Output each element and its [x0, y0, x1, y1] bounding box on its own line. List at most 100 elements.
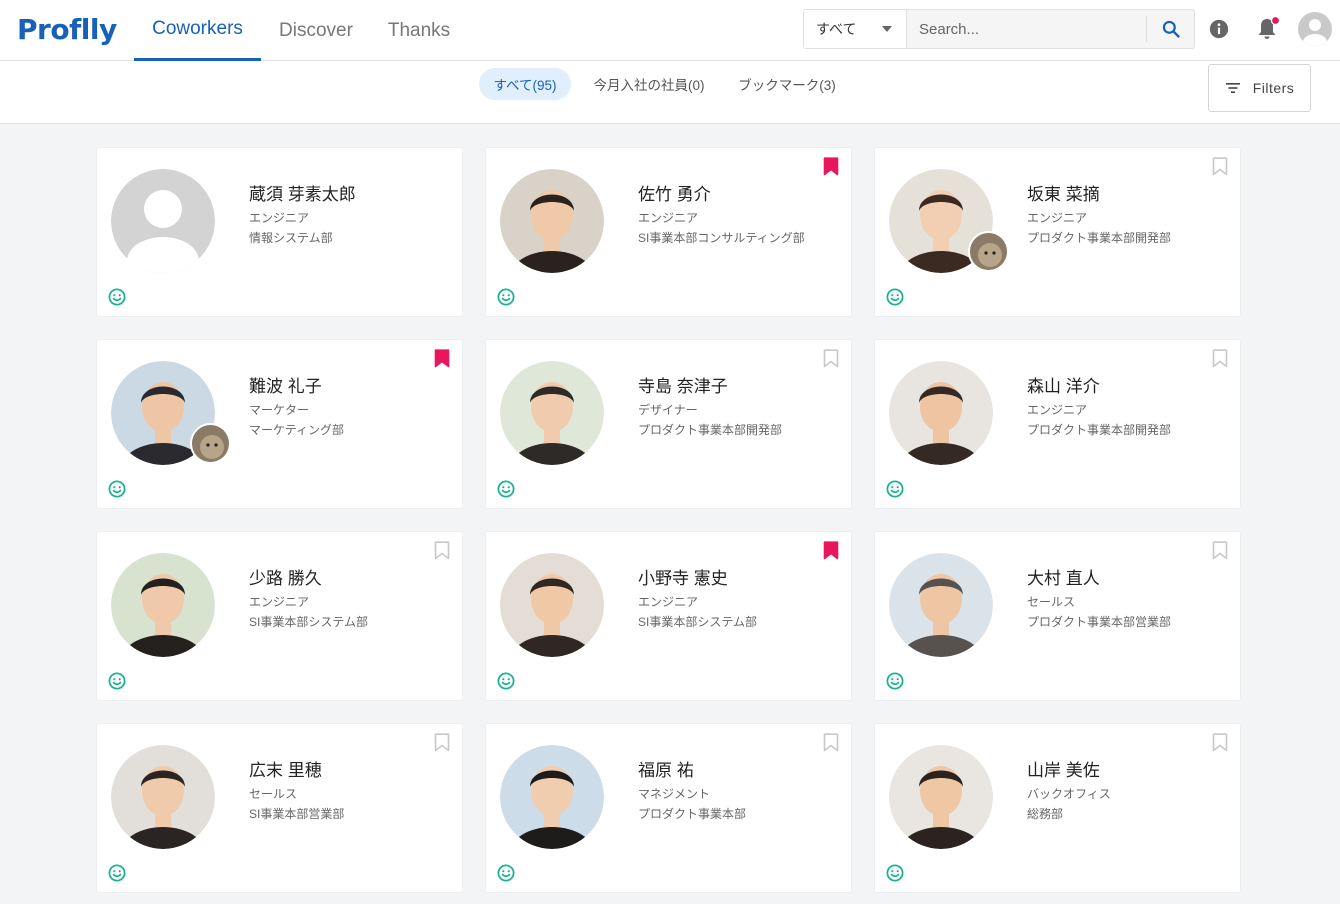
- coworker-name[interactable]: 小野寺 憲史: [638, 564, 728, 589]
- smile-icon: [886, 480, 904, 498]
- bookmark-button[interactable]: [823, 157, 839, 181]
- bookmark-button[interactable]: [434, 541, 450, 565]
- avatar[interactable]: [889, 553, 993, 657]
- search-input[interactable]: [907, 10, 1146, 48]
- thanks-button[interactable]: [497, 672, 515, 695]
- coworker-name[interactable]: 広末 里穂: [249, 756, 322, 781]
- pet-avatar: [190, 423, 231, 464]
- bookmark-icon: [823, 733, 839, 752]
- thanks-button[interactable]: [108, 288, 126, 311]
- search-button[interactable]: [1146, 16, 1194, 42]
- thanks-button[interactable]: [108, 864, 126, 887]
- tab-thanks[interactable]: Thanks: [376, 0, 462, 61]
- coworker-card[interactable]: 福原 祐マネジメント プロダクト事業本部: [486, 724, 851, 892]
- thanks-button[interactable]: [886, 864, 904, 887]
- coworker-card[interactable]: 山岸 美佐 バックオフィス 総務部: [875, 724, 1240, 892]
- coworker-department: SI事業本部システム部: [249, 615, 368, 629]
- coworker-name[interactable]: 大村 直人: [1027, 564, 1100, 589]
- avatar[interactable]: [500, 169, 604, 273]
- tab-coworkers[interactable]: Coworkers: [134, 0, 261, 61]
- coworker-role: エンジニア: [638, 211, 699, 225]
- bookmark-button[interactable]: [1212, 541, 1228, 565]
- top-bar: Proflly Coworkers Discover Thanks すべて: [0, 0, 1340, 61]
- smile-icon: [497, 288, 515, 306]
- coworker-role: マーケター: [249, 403, 310, 417]
- info-button[interactable]: [1207, 17, 1231, 41]
- thanks-button[interactable]: [497, 864, 515, 887]
- smile-icon: [886, 864, 904, 882]
- coworker-card[interactable]: 広末 里穂セールス SI事業本部営業部: [97, 724, 462, 892]
- coworker-name[interactable]: 山岸 美佐: [1027, 756, 1100, 781]
- coworker-card[interactable]: 蔵須 芽素太郎 エンジニア 情報システム部: [97, 148, 462, 316]
- coworker-card[interactable]: 難波 礼子マーケターマーケティング部: [97, 340, 462, 508]
- coworker-name[interactable]: 福原 祐: [638, 756, 694, 781]
- avatar[interactable]: [500, 553, 604, 657]
- filter-chip-bookmarks[interactable]: ブックマーク(3): [728, 68, 846, 100]
- filters-button[interactable]: Filters: [1208, 64, 1311, 112]
- avatar[interactable]: [889, 745, 993, 849]
- app-logo[interactable]: Proflly: [17, 9, 117, 49]
- smile-icon: [108, 480, 126, 498]
- bookmark-button[interactable]: [1212, 349, 1228, 373]
- coworker-role: バックオフィス: [1027, 787, 1111, 801]
- tab-discover[interactable]: Discover: [268, 0, 364, 61]
- filter-chip-new-hires[interactable]: 今月入社の社員(0): [584, 68, 714, 100]
- coworker-department: SI事業本部システム部: [638, 615, 757, 629]
- thanks-button[interactable]: [886, 480, 904, 503]
- coworker-name[interactable]: 佐竹 勇介: [638, 180, 711, 205]
- coworker-role: エンジニア: [1027, 211, 1088, 225]
- coworker-department: SI事業本部営業部: [249, 807, 345, 821]
- thanks-button[interactable]: [886, 672, 904, 695]
- filters-button-label: Filters: [1252, 80, 1295, 96]
- avatar[interactable]: [889, 361, 993, 465]
- chevron-down-icon: [882, 26, 892, 32]
- coworker-name[interactable]: 少路 勝久: [249, 564, 322, 589]
- coworker-card[interactable]: 大村 直人 セールス プロダクト事業本部営業部: [875, 532, 1240, 700]
- thanks-button[interactable]: [886, 288, 904, 311]
- bookmark-button[interactable]: [823, 541, 839, 565]
- avatar[interactable]: [500, 745, 604, 849]
- coworker-card[interactable]: 森山 洋介 エンジニア プロダクト事業本部開発部: [875, 340, 1240, 508]
- thanks-button[interactable]: [108, 672, 126, 695]
- bookmark-icon: [823, 157, 839, 176]
- coworker-card[interactable]: 佐竹 勇介エンジニア SI事業本部コンサルティング部: [486, 148, 851, 316]
- coworker-name[interactable]: 坂東 菜摘: [1027, 180, 1100, 205]
- coworker-name[interactable]: 森山 洋介: [1027, 372, 1100, 397]
- coworker-card[interactable]: 小野寺 憲史 エンジニア SI事業本部システム部: [486, 532, 851, 700]
- notification-button[interactable]: [1255, 14, 1281, 42]
- smile-icon: [886, 288, 904, 306]
- avatar[interactable]: [500, 361, 604, 465]
- bookmark-icon: [434, 541, 450, 560]
- filter-chip-all[interactable]: すべて(95): [479, 68, 571, 100]
- coworker-role: セールス: [249, 787, 298, 801]
- coworker-card[interactable]: 坂東 菜摘 エンジニア プロダクト事業本部開発部: [875, 148, 1240, 316]
- bookmark-button[interactable]: [823, 349, 839, 373]
- coworker-role: エンジニア: [249, 211, 310, 225]
- avatar[interactable]: [111, 553, 215, 657]
- coworker-name[interactable]: 蔵須 芽素太郎: [249, 180, 356, 205]
- coworker-card[interactable]: 寺島 奈津子デザイナープロダクト事業本部開発部: [486, 340, 851, 508]
- bookmark-button[interactable]: [1212, 733, 1228, 757]
- coworker-department: マーケティング部: [249, 423, 345, 437]
- coworker-department: SI事業本部コンサルティング部: [638, 231, 805, 245]
- coworker-role: デザイナー: [638, 403, 698, 417]
- thanks-button[interactable]: [108, 480, 126, 503]
- coworker-name[interactable]: 寺島 奈津子: [638, 372, 728, 397]
- coworker-card[interactable]: 少路 勝久 エンジニア SI事業本部システム部: [97, 532, 462, 700]
- search-scope-select[interactable]: すべて: [804, 10, 907, 48]
- avatar[interactable]: [111, 169, 215, 273]
- smile-icon: [108, 672, 126, 690]
- bookmark-button[interactable]: [823, 733, 839, 757]
- bookmark-button[interactable]: [1212, 157, 1228, 181]
- bookmark-button[interactable]: [434, 733, 450, 757]
- account-button[interactable]: [1297, 11, 1333, 47]
- coworker-department: プロダクト事業本部開発部: [638, 423, 783, 437]
- thanks-button[interactable]: [497, 288, 515, 311]
- bookmark-button[interactable]: [434, 349, 450, 373]
- info-icon: [1209, 19, 1229, 39]
- avatar[interactable]: [111, 745, 215, 849]
- coworker-name[interactable]: 難波 礼子: [249, 372, 322, 397]
- bell-icon: [1258, 15, 1281, 39]
- thanks-button[interactable]: [497, 480, 515, 503]
- smile-icon: [108, 288, 126, 306]
